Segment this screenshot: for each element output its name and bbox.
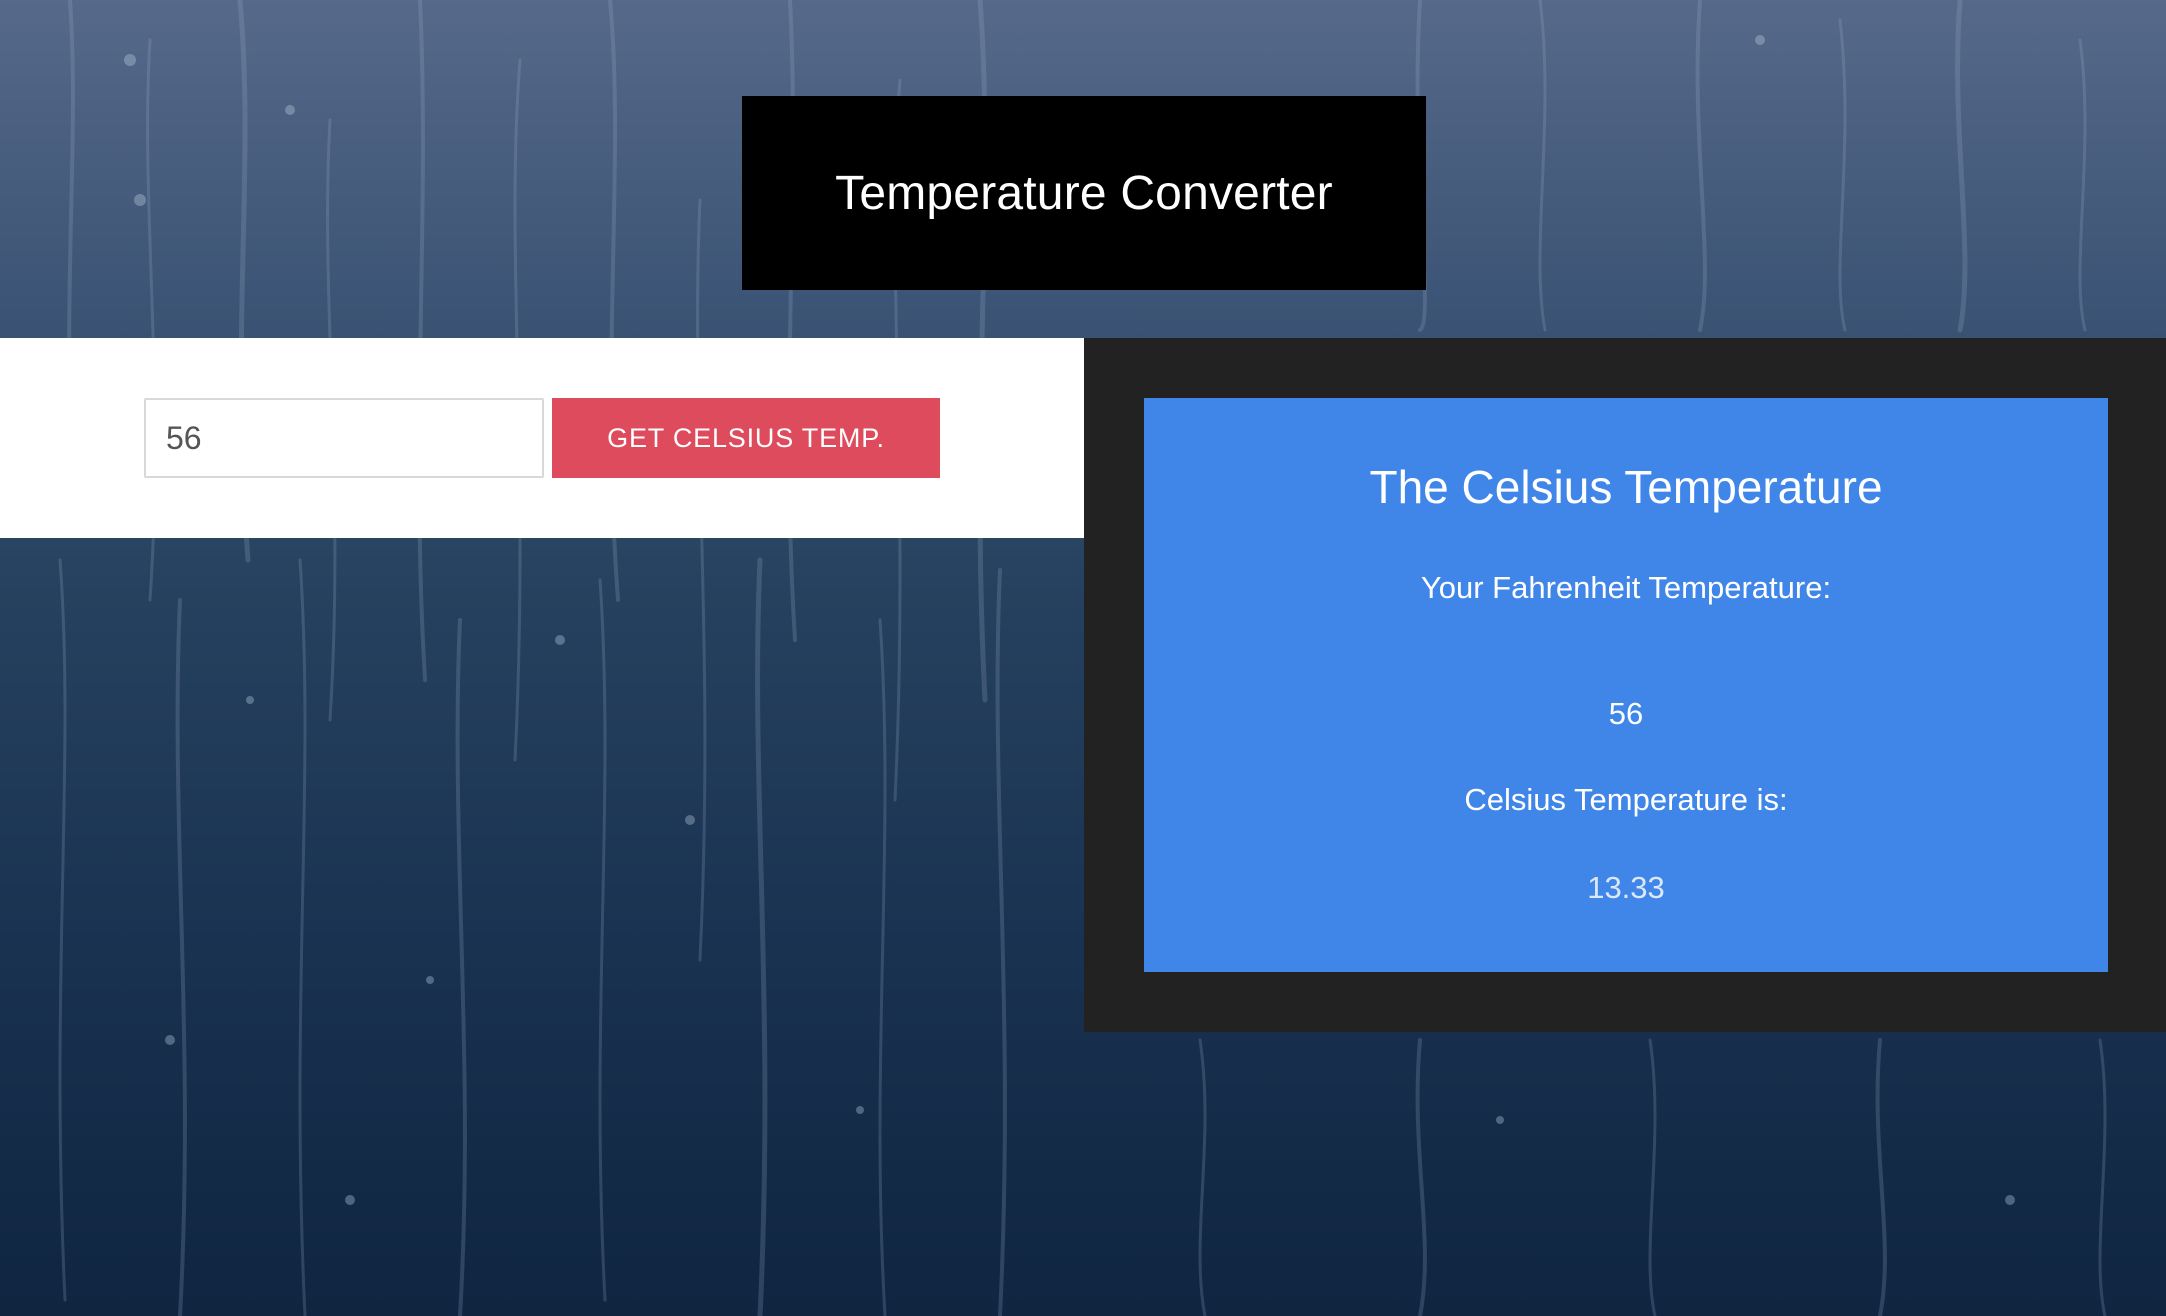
celsius-value: 13.33	[1587, 870, 1665, 905]
page-background: Temperature Converter GET CELSIUS TEMP. …	[0, 0, 2166, 1316]
result-heading: The Celsius Temperature	[1369, 461, 1883, 513]
get-celsius-button[interactable]: GET CELSIUS TEMP.	[552, 398, 940, 478]
title-banner: Temperature Converter	[742, 96, 1426, 290]
result-panel: The Celsius Temperature Your Fahrenheit …	[1084, 338, 2166, 1032]
result-card: The Celsius Temperature Your Fahrenheit …	[1144, 398, 2108, 972]
fahrenheit-input[interactable]	[144, 398, 544, 478]
input-panel: GET CELSIUS TEMP.	[0, 338, 1084, 538]
fahrenheit-value: 56	[1608, 696, 1644, 731]
app-title: Temperature Converter	[835, 166, 1333, 220]
fahrenheit-label: Your Fahrenheit Temperature:	[1420, 570, 1832, 605]
celsius-label: Celsius Temperature is:	[1464, 782, 1788, 817]
